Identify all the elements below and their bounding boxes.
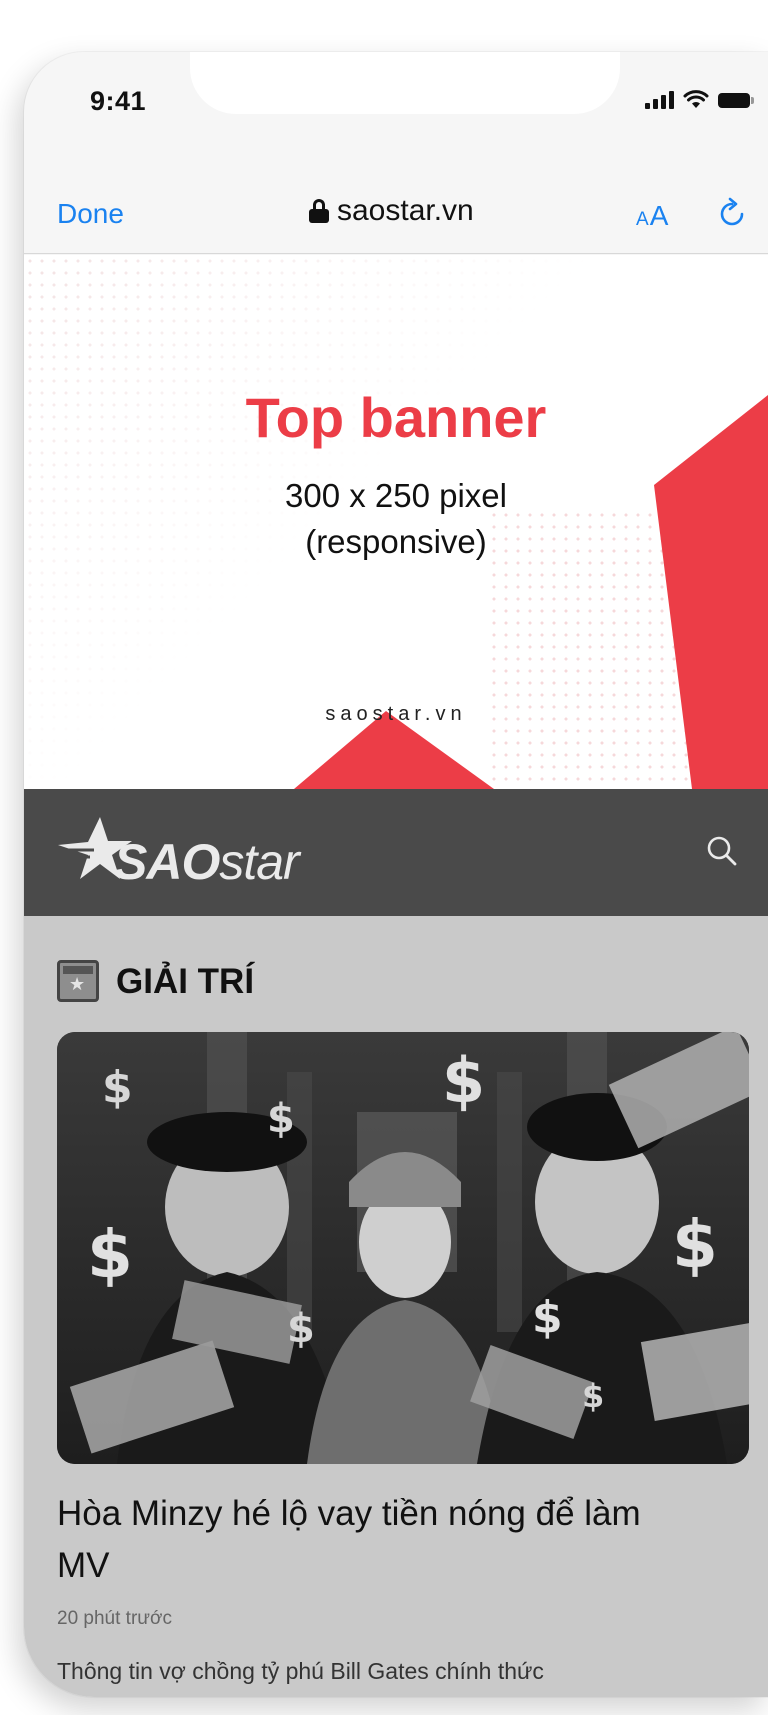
text-size-large: A — [649, 200, 670, 231]
status-time: 9:41 — [90, 86, 147, 116]
article-image[interactable]: $ $ $ $ $ $ $ $ — [57, 1032, 749, 1464]
text-size-button[interactable]: AA — [636, 200, 669, 232]
svg-text:$: $ — [287, 1306, 315, 1352]
search-icon[interactable] — [704, 833, 740, 869]
wifi-icon — [683, 90, 709, 108]
banner-site: saostar.vn — [325, 703, 467, 725]
battery-icon — [718, 92, 754, 108]
svg-text:$: $ — [87, 1216, 133, 1293]
signal-icon — [645, 91, 674, 109]
section-title: GIẢI TRÍ — [116, 962, 255, 1001]
page: 9:41 Done saostar.vn AA Top banner 300 x… — [0, 0, 768, 1715]
notch — [190, 52, 620, 114]
banner-responsive: (responsive) — [305, 523, 487, 560]
svg-text:$: $ — [582, 1377, 604, 1415]
svg-text:$: $ — [267, 1096, 295, 1142]
article-time: 20 phút trước — [57, 1608, 172, 1629]
section-icon — [57, 960, 99, 1002]
content-area: GIẢI TRÍ — [24, 916, 768, 1697]
phone-frame: 9:41 Done saostar.vn AA Top banner 300 x… — [24, 52, 768, 1697]
logo-light: star — [219, 834, 299, 890]
logo-bold: SAO — [114, 834, 220, 890]
browser-toolbar: Done saostar.vn AA — [24, 172, 768, 254]
address-bar[interactable]: saostar.vn — [309, 194, 474, 228]
hero-illustration: $ $ $ $ $ $ $ $ — [57, 1032, 749, 1464]
url-text: saostar.vn — [337, 194, 474, 227]
svg-text:$: $ — [532, 1292, 563, 1343]
article-title[interactable]: Hòa Minzy hé lộ vay tiền nóng để làm MV — [57, 1488, 697, 1592]
article-snippet: Thông tin vợ chồng tỷ phú Bill Gates chí… — [57, 1658, 544, 1684]
logo-wordmark: SAOstar — [114, 833, 300, 891]
lock-icon — [309, 199, 329, 223]
banner-title: Top banner — [245, 386, 547, 449]
banner-size: 300 x 250 pixel — [285, 477, 507, 514]
svg-text:$: $ — [102, 1062, 133, 1113]
svg-text:$: $ — [672, 1206, 718, 1283]
status-icons — [645, 90, 754, 110]
text-size-small: A — [636, 209, 650, 230]
reload-icon[interactable] — [716, 196, 750, 230]
done-button[interactable]: Done — [57, 198, 124, 230]
svg-text:$: $ — [442, 1044, 485, 1117]
ad-banner[interactable]: Top banner 300 x 250 pixel (responsive) … — [24, 255, 768, 789]
site-header: SAOstar — [24, 789, 768, 916]
